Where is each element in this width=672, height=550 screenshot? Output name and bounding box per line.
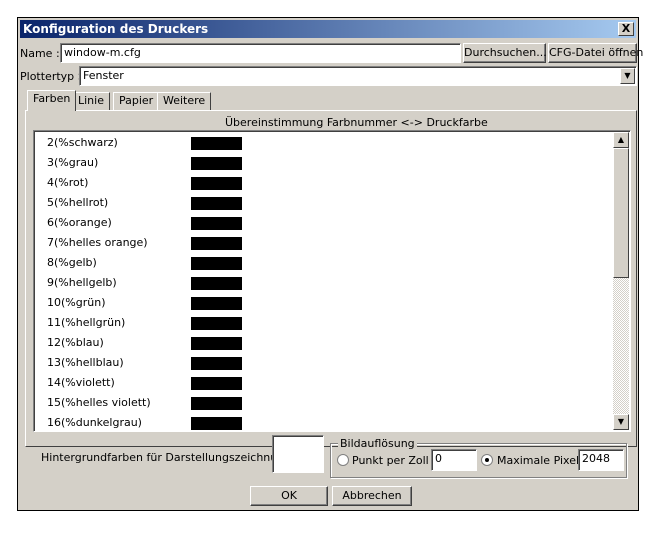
- color-swatch[interactable]: [191, 417, 242, 430]
- name-input[interactable]: window-m.cfg: [60, 43, 461, 63]
- max-pixel-radio[interactable]: [481, 454, 493, 466]
- color-swatch[interactable]: [191, 277, 242, 290]
- color-row[interactable]: 15(%helles violett): [34, 393, 610, 413]
- color-swatch[interactable]: [191, 137, 242, 150]
- color-row-label: 12(%blau): [47, 336, 104, 349]
- color-swatch[interactable]: [191, 157, 242, 170]
- color-swatch[interactable]: [191, 177, 242, 190]
- plotter-type-label: Plottertyp >: [20, 70, 87, 83]
- plotter-type-value: Fenster: [83, 69, 124, 82]
- tab-farben[interactable]: Farben: [27, 90, 77, 111]
- color-row-label: 4(%rot): [47, 176, 89, 189]
- max-pixel-label: Maximale Pixel: [497, 454, 580, 467]
- open-cfg-button[interactable]: CFG-Datei öffnen: [548, 43, 643, 63]
- color-row[interactable]: 11(%hellgrün): [34, 313, 610, 333]
- color-row-label: 2(%schwarz): [47, 136, 118, 149]
- color-row[interactable]: 9(%hellgelb): [34, 273, 610, 293]
- name-label: Name :: [20, 47, 60, 60]
- tab-papier[interactable]: Papier: [113, 92, 160, 110]
- colors-header: Übereinstimmung Farbnummer <-> Druckfarb…: [225, 116, 488, 129]
- color-row[interactable]: 4(%rot): [34, 173, 610, 193]
- color-row[interactable]: 7(%helles orange): [34, 233, 610, 253]
- color-swatch[interactable]: [191, 197, 242, 210]
- color-row-label: 3(%grau): [47, 156, 99, 169]
- dpi-input[interactable]: 0: [431, 449, 477, 471]
- color-row-label: 16(%dunkelgrau): [47, 416, 142, 429]
- color-row-label: 5(%hellrot): [47, 196, 109, 209]
- color-row[interactable]: 6(%orange): [34, 213, 610, 233]
- color-swatch[interactable]: [191, 237, 242, 250]
- color-row-label: 13(%hellblau): [47, 356, 124, 369]
- scroll-up-button[interactable]: ▲: [613, 132, 629, 148]
- color-swatch[interactable]: [191, 217, 242, 230]
- resolution-group-title: Bildauflösung: [338, 437, 417, 450]
- dialog-title: Konfiguration des Druckers: [23, 22, 209, 36]
- color-row-label: 11(%hellgrün): [47, 316, 126, 329]
- max-pixel-input[interactable]: 2048: [578, 449, 624, 471]
- color-row[interactable]: 14(%violett): [34, 373, 610, 393]
- color-swatch[interactable]: [191, 377, 242, 390]
- color-swatch[interactable]: [191, 337, 242, 350]
- color-row[interactable]: 8(%gelb): [34, 253, 610, 273]
- plotter-type-select[interactable]: Fenster ▼: [79, 66, 637, 86]
- color-mapping-list[interactable]: 2(%schwarz) 3(%grau) 4(%rot) 5(%hellrot) 6(%…: [33, 130, 631, 432]
- vertical-scrollbar[interactable]: ▲ ▼: [613, 132, 629, 430]
- ok-button[interactable]: OK: [250, 486, 328, 506]
- color-row[interactable]: 5(%hellrot): [34, 193, 610, 213]
- chevron-down-icon[interactable]: ▼: [620, 68, 635, 84]
- color-row[interactable]: 3(%grau): [34, 153, 610, 173]
- color-row-label: 6(%orange): [47, 216, 112, 229]
- color-row[interactable]: 10(%grün): [34, 293, 610, 313]
- color-row-label: 15(%helles violett): [47, 396, 151, 409]
- scroll-down-button[interactable]: ▼: [613, 414, 629, 430]
- title-bar[interactable]: Konfiguration des Druckers X: [20, 20, 636, 38]
- color-row-label: 10(%grün): [47, 296, 106, 309]
- color-swatch[interactable]: [191, 357, 242, 370]
- color-row[interactable]: 13(%hellblau): [34, 353, 610, 373]
- color-row-label: 7(%helles orange): [47, 236, 148, 249]
- color-swatch[interactable]: [191, 397, 242, 410]
- color-row-label: 9(%hellgelb): [47, 276, 117, 289]
- color-row[interactable]: 16(%dunkelgrau): [34, 413, 610, 431]
- dpi-radio[interactable]: [337, 454, 349, 466]
- color-row-label: 8(%gelb): [47, 256, 97, 269]
- color-row-label: 14(%violett): [47, 376, 115, 389]
- browse-button[interactable]: Durchsuchen...: [463, 43, 547, 63]
- color-swatch[interactable]: [191, 257, 242, 270]
- background-color-swatch[interactable]: [272, 435, 324, 473]
- color-row[interactable]: 12(%blau): [34, 333, 610, 353]
- color-swatch[interactable]: [191, 297, 242, 310]
- color-swatch[interactable]: [191, 317, 242, 330]
- cancel-button[interactable]: Abbrechen: [332, 486, 412, 506]
- color-row[interactable]: 2(%schwarz): [34, 133, 610, 153]
- tab-linie[interactable]: Linie: [72, 92, 110, 110]
- scroll-thumb[interactable]: [613, 148, 629, 278]
- background-color-label: Hintergrundfarben für Darstellungszeichn…: [41, 451, 305, 464]
- tab-weitere[interactable]: Weitere: [157, 92, 212, 110]
- dpi-label: Punkt per Zoll: [352, 454, 429, 467]
- close-button[interactable]: X: [618, 22, 634, 36]
